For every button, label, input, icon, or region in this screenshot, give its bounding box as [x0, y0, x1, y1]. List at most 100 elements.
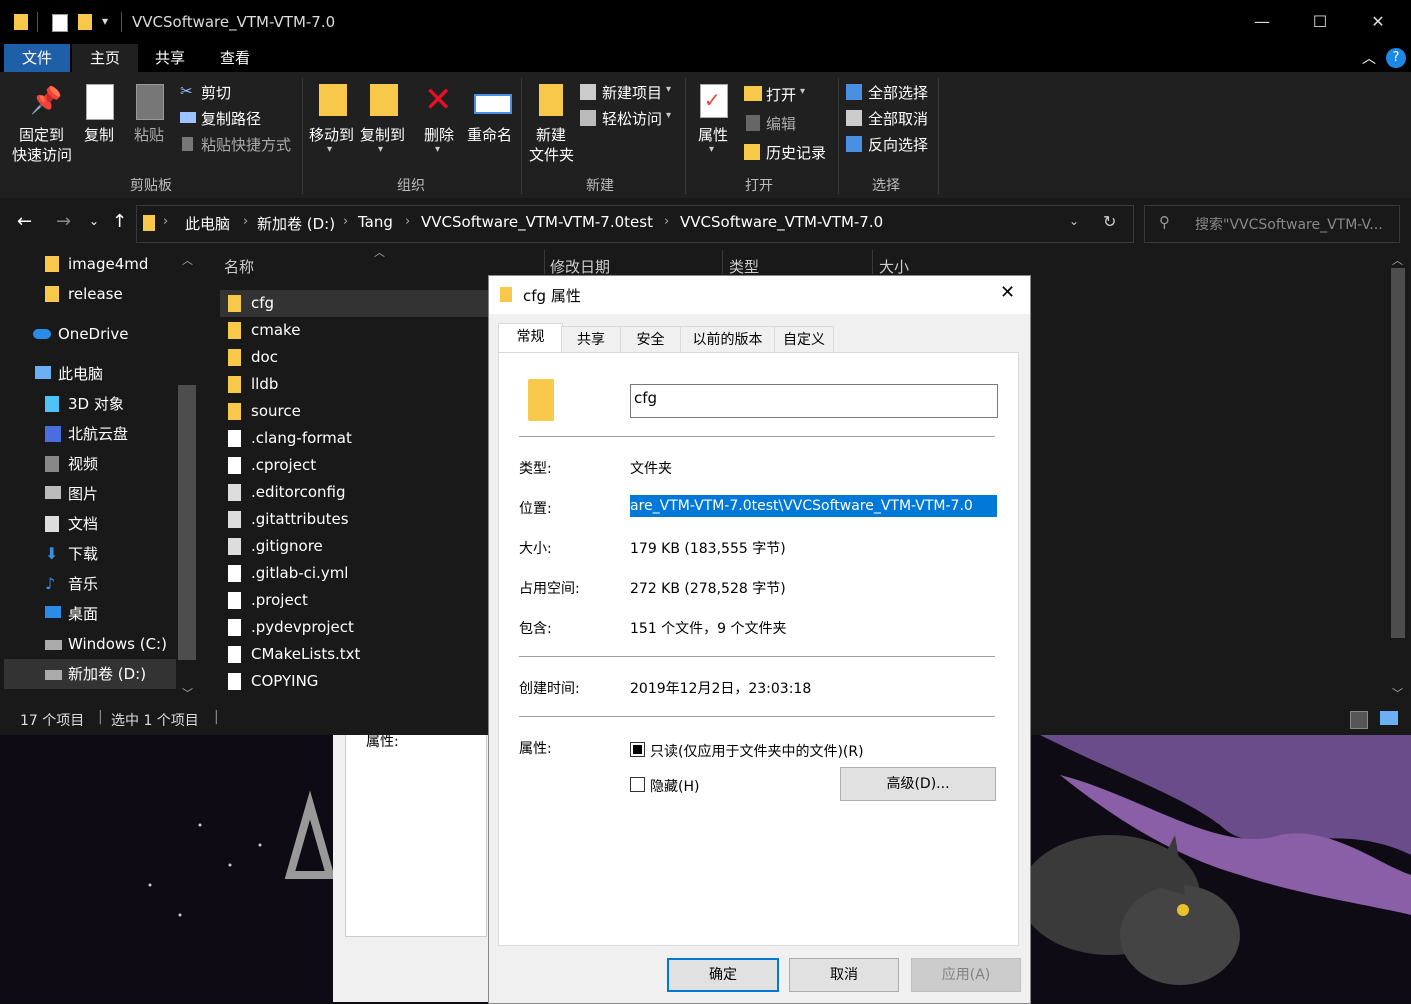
nav-item-this-pc[interactable]: 此电脑: [33, 359, 103, 389]
dialog-close-icon[interactable]: ✕: [1000, 282, 1015, 303]
column-header-name[interactable]: 名称: [224, 256, 254, 277]
nav-item-beihang-cloud[interactable]: 北航云盘: [45, 419, 128, 449]
move-to-button[interactable]: 移动到 ▾: [307, 80, 355, 168]
nav-scrollbar-thumb[interactable]: [178, 385, 196, 660]
back-arrow-icon[interactable]: ←: [17, 211, 32, 232]
breadcrumb-this-pc[interactable]: 此电脑: [185, 213, 230, 234]
delete-button[interactable]: ✕ 删除 ▾: [420, 80, 460, 168]
apply-button[interactable]: 应用(A): [911, 958, 1021, 992]
tab-home[interactable]: 主页: [72, 44, 138, 72]
tab-share[interactable]: 共享: [138, 44, 202, 72]
nav-item-onedrive[interactable]: OneDrive: [33, 319, 129, 349]
copy-to-button[interactable]: 复制到 ▾: [358, 80, 406, 168]
customize-quick-access-icon[interactable]: ▾: [102, 14, 108, 28]
chevron-down-icon: ▾: [666, 84, 672, 95]
nav-item-downloads[interactable]: ⬇ 下载: [45, 539, 98, 569]
file-row-doc[interactable]: doc: [220, 344, 490, 371]
recent-locations-chevron-icon[interactable]: ⌄: [89, 214, 99, 228]
tab-previous-versions[interactable]: 以前的版本: [680, 326, 775, 353]
folder-icon: [143, 215, 155, 231]
forward-arrow-icon[interactable]: →: [56, 211, 71, 232]
address-dropdown-icon[interactable]: ⌄: [1069, 214, 1079, 228]
file-row-cproject[interactable]: .cproject: [220, 452, 490, 479]
copy-button[interactable]: 复制: [80, 80, 120, 168]
tab-file[interactable]: 文件: [4, 44, 70, 72]
nav-item-desktop[interactable]: 桌面: [45, 599, 98, 629]
up-arrow-icon[interactable]: ↑: [112, 211, 127, 232]
file-scrollbar-thumb[interactable]: [1391, 268, 1405, 638]
tab-view[interactable]: 查看: [202, 44, 268, 72]
tab-sharing[interactable]: 共享: [561, 326, 621, 353]
new-folder-quick-icon[interactable]: [78, 14, 92, 30]
nav-item-pictures[interactable]: 图片: [45, 479, 98, 509]
nav-item-music[interactable]: ♪ 音乐: [45, 569, 98, 599]
maximize-button[interactable]: ☐: [1305, 10, 1335, 34]
column-header-type[interactable]: 类型: [729, 256, 759, 277]
tab-general[interactable]: 常规: [498, 323, 563, 354]
breadcrumb-drive-d[interactable]: 新加卷 (D:): [257, 213, 335, 234]
file-name: doc: [251, 348, 278, 366]
rename-button[interactable]: 重命名: [466, 80, 516, 168]
nav-item-3d-objects[interactable]: 3D 对象: [45, 389, 124, 419]
collapse-ribbon-icon[interactable]: ︿: [1362, 48, 1376, 68]
file-name: .cproject: [251, 456, 317, 474]
file-row-gitignore[interactable]: .gitignore: [220, 533, 490, 560]
help-icon[interactable]: ?: [1386, 48, 1406, 68]
file-row-cmakelists[interactable]: CMakeLists.txt: [220, 641, 490, 668]
nav-item-videos[interactable]: 视频: [45, 449, 98, 479]
large-icons-view-icon[interactable]: [1380, 711, 1398, 725]
select-none-label: 全部取消: [868, 110, 929, 128]
scroll-down-icon[interactable]: ﹀: [1392, 685, 1403, 701]
tab-customize[interactable]: 自定义: [774, 326, 834, 353]
folder-name-input[interactable]: cfg: [630, 384, 998, 418]
file-row-gitlab-ci[interactable]: .gitlab-ci.yml: [220, 560, 490, 587]
refresh-icon[interactable]: ↻: [1103, 212, 1116, 231]
file-row-source[interactable]: source: [220, 398, 490, 425]
breadcrumb-vtm[interactable]: VVCSoftware_VTM-VTM-7.0: [680, 213, 883, 231]
nav-item-release[interactable]: release: [45, 279, 123, 309]
pin-quick-access-button[interactable]: 📌 固定到 快速访问: [8, 80, 76, 168]
properties-button[interactable]: ✓ 属性 ▾: [694, 80, 734, 168]
close-button[interactable]: ✕: [1363, 10, 1393, 34]
scroll-up-icon[interactable]: ︿: [1392, 252, 1403, 268]
file-row-pydevproject[interactable]: .pydevproject: [220, 614, 490, 641]
column-header-modified[interactable]: 修改日期: [550, 256, 610, 277]
ok-button[interactable]: 确定: [667, 958, 779, 992]
advanced-button[interactable]: 高级(D)...: [840, 767, 996, 801]
file-row-gitattributes[interactable]: .gitattributes: [220, 506, 490, 533]
paste-button[interactable]: 粘贴: [130, 80, 170, 168]
file-row-lldb[interactable]: lldb: [220, 371, 490, 398]
cancel-button[interactable]: 取消: [789, 958, 899, 992]
properties-quick-icon[interactable]: [52, 14, 68, 32]
address-box[interactable]: › 此电脑 › 新加卷 (D:) › Tang › VVCSoftware_VT…: [136, 205, 1134, 243]
details-view-icon[interactable]: [1350, 711, 1368, 729]
nav-item-image4md[interactable]: image4md: [45, 249, 148, 279]
apply-label: 应用(A): [941, 967, 991, 983]
scroll-down-icon[interactable]: ﹀: [182, 685, 193, 701]
tab-security[interactable]: 安全: [620, 326, 681, 353]
disk-size-label: 占用空间:: [519, 581, 580, 597]
breadcrumb-vtm-test[interactable]: VVCSoftware_VTM-VTM-7.0test: [421, 213, 653, 231]
file-row-cmake[interactable]: cmake: [220, 317, 490, 344]
nav-label: 新加卷 (D:): [68, 665, 147, 683]
breadcrumb-separator: ›: [664, 214, 670, 229]
file-row-cfg[interactable]: cfg: [220, 290, 490, 317]
location-field[interactable]: are_VTM-VTM-7.0test\VVCSoftware_VTM-VTM-…: [630, 495, 997, 517]
minimize-button[interactable]: —: [1247, 10, 1277, 34]
file-row-editorconfig[interactable]: .editorconfig: [220, 479, 490, 506]
cube-icon: [45, 396, 59, 412]
hidden-checkbox[interactable]: [630, 777, 645, 792]
scroll-up-icon[interactable]: ︿: [182, 252, 193, 268]
new-folder-button[interactable]: 新建 文件夹: [527, 80, 577, 168]
readonly-checkbox[interactable]: [630, 742, 645, 757]
nav-item-windows-c[interactable]: Windows (C:): [45, 629, 167, 659]
breadcrumb-tang[interactable]: Tang: [358, 213, 393, 231]
nav-item-documents[interactable]: 文档: [45, 509, 98, 539]
nav-item-drive-d[interactable]: 新加卷 (D:): [4, 659, 176, 689]
column-header-size[interactable]: 大小: [879, 256, 909, 277]
file-row-clang-format[interactable]: .clang-format: [220, 425, 490, 452]
pin-label-1: 固定到: [19, 126, 65, 144]
file-row-project[interactable]: .project: [220, 587, 490, 614]
file-row-copying[interactable]: COPYING: [220, 668, 490, 695]
search-box[interactable]: ⚲ 搜索"VVCSoftware_VTM-V...: [1144, 205, 1400, 243]
